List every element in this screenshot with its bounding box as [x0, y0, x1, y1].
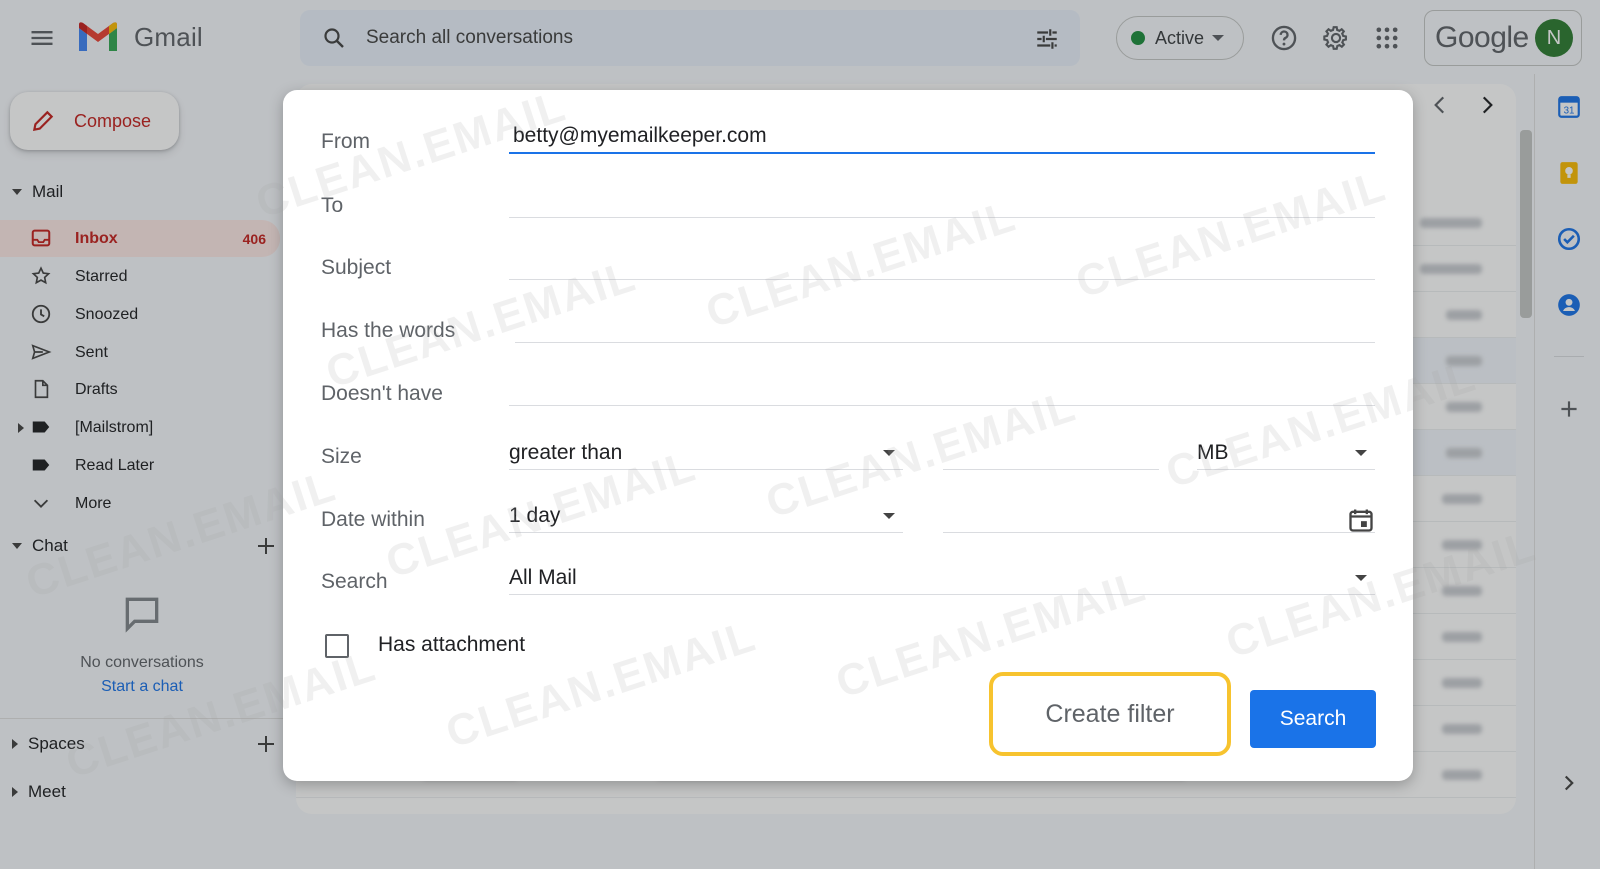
has-words-label: Has the words: [321, 319, 456, 342]
from-label: From: [321, 130, 370, 153]
date-within-value: 1 day: [509, 503, 561, 527]
doesnt-have-label: Doesn't have: [321, 382, 443, 405]
dropdown-caret-icon: [883, 450, 895, 456]
size-value-field[interactable]: [943, 436, 1159, 470]
search-filter-dialog: From To Subject Has the words Doesn't ha…: [283, 90, 1413, 781]
has-words-field[interactable]: [515, 309, 1375, 343]
subject-label: Subject: [321, 256, 392, 279]
date-within-select[interactable]: 1 day: [509, 499, 903, 533]
dropdown-caret-icon: [883, 513, 895, 519]
has-attachment-label: Has attachment: [378, 633, 526, 656]
size-unit-value: MB: [1197, 440, 1229, 464]
from-field[interactable]: [509, 120, 1375, 154]
size-operator-value: greater than: [509, 440, 623, 464]
search-button[interactable]: Search: [1250, 690, 1376, 748]
size-operator-select[interactable]: greater than: [509, 436, 903, 470]
search-scope-label: Search: [321, 570, 388, 593]
has-attachment-checkbox[interactable]: [325, 634, 349, 658]
search-scope-value: All Mail: [509, 565, 577, 589]
create-filter-button[interactable]: Create filter: [997, 680, 1223, 748]
dropdown-caret-icon: [1355, 575, 1367, 581]
subject-field[interactable]: [509, 246, 1375, 280]
to-label: To: [321, 194, 344, 217]
date-within-label: Date within: [321, 508, 425, 531]
to-field[interactable]: [509, 184, 1375, 218]
date-field[interactable]: [943, 499, 1375, 533]
size-label: Size: [321, 445, 362, 468]
calendar-icon[interactable]: [1347, 506, 1375, 534]
size-unit-select[interactable]: MB: [1197, 436, 1375, 470]
doesnt-have-field[interactable]: [509, 372, 1375, 406]
dropdown-caret-icon: [1355, 450, 1367, 456]
search-scope-select[interactable]: All Mail: [509, 561, 1375, 595]
